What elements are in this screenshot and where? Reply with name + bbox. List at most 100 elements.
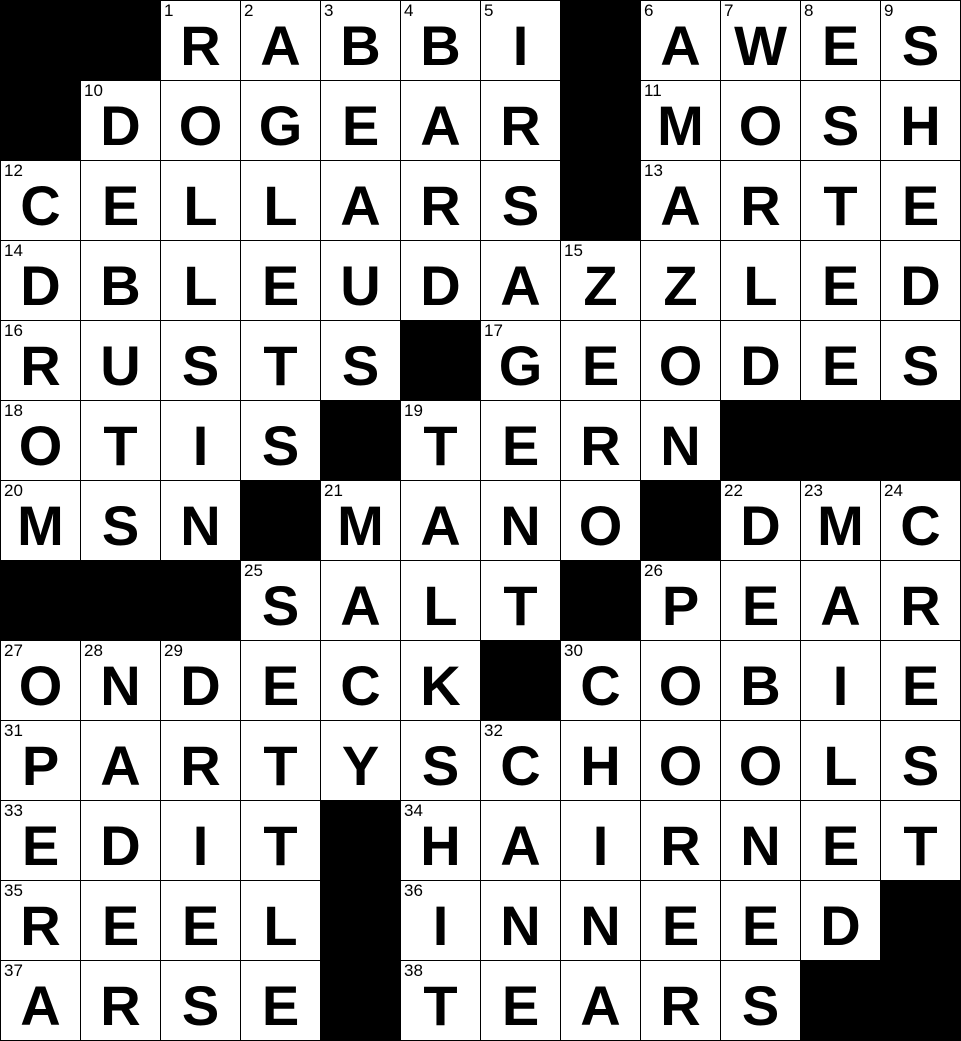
grid-cell[interactable]: E — [480, 960, 561, 1041]
grid-cell[interactable]: S — [400, 720, 481, 801]
grid-cell[interactable]: B — [80, 240, 161, 321]
grid-cell[interactable]: S — [160, 960, 241, 1041]
grid-cell[interactable]: O — [640, 320, 721, 401]
grid-cell[interactable]: 3B — [320, 0, 401, 81]
grid-cell[interactable]: 37 A — [0, 960, 81, 1041]
grid-cell[interactable]: 33 E — [0, 800, 81, 881]
grid-cell[interactable]: O — [560, 480, 641, 561]
grid-cell[interactable]: 26 P — [640, 560, 721, 641]
grid-cell[interactable]: L — [160, 240, 241, 321]
grid-cell[interactable]: S — [80, 480, 161, 561]
grid-cell[interactable]: E — [80, 880, 161, 961]
grid-cell[interactable]: R — [560, 400, 641, 481]
grid-cell[interactable]: 9S — [880, 0, 961, 81]
grid-cell[interactable]: 20 M — [0, 480, 81, 561]
grid-cell[interactable]: E — [320, 80, 401, 161]
grid-cell[interactable]: B — [720, 640, 801, 721]
grid-cell[interactable]: R — [640, 960, 721, 1041]
grid-cell[interactable]: N — [160, 480, 241, 561]
grid-cell[interactable]: 15 Z — [560, 240, 641, 321]
grid-cell[interactable]: A — [320, 160, 401, 241]
grid-cell[interactable]: 36 I — [400, 880, 481, 961]
grid-cell[interactable]: L — [720, 240, 801, 321]
grid-cell[interactable]: S — [720, 960, 801, 1041]
grid-cell[interactable]: I — [800, 640, 881, 721]
grid-cell[interactable]: H — [560, 720, 641, 801]
grid-cell[interactable]: O — [160, 80, 241, 161]
grid-cell[interactable]: 27 O — [0, 640, 81, 721]
grid-cell[interactable]: N — [720, 800, 801, 881]
grid-cell[interactable]: 34 H — [400, 800, 481, 881]
grid-cell[interactable]: A — [480, 240, 561, 321]
grid-cell[interactable]: R — [400, 160, 481, 241]
grid-cell[interactable]: 25 S — [240, 560, 321, 641]
grid-cell[interactable]: 14 D — [0, 240, 81, 321]
grid-cell[interactable]: G — [240, 80, 321, 161]
grid-cell[interactable]: I — [160, 800, 241, 881]
grid-cell[interactable]: U — [80, 320, 161, 401]
grid-cell[interactable]: R — [80, 960, 161, 1041]
grid-cell[interactable]: S — [800, 80, 881, 161]
grid-cell[interactable]: E — [80, 160, 161, 241]
grid-cell[interactable]: L — [240, 880, 321, 961]
grid-cell[interactable]: 18 O — [0, 400, 81, 481]
grid-cell[interactable]: S — [160, 320, 241, 401]
grid-cell[interactable]: T — [240, 720, 321, 801]
grid-cell[interactable]: E — [880, 160, 961, 241]
grid-cell[interactable]: E — [240, 960, 321, 1041]
grid-cell[interactable]: 30 C — [560, 640, 641, 721]
grid-cell[interactable]: S — [480, 160, 561, 241]
grid-cell[interactable]: 35 R — [0, 880, 81, 961]
grid-cell[interactable]: L — [400, 560, 481, 641]
grid-cell[interactable]: C — [320, 640, 401, 721]
grid-cell[interactable]: D — [80, 800, 161, 881]
grid-cell[interactable]: 28 N — [80, 640, 161, 721]
grid-cell[interactable]: 32 C — [480, 720, 561, 801]
grid-cell[interactable]: A — [560, 960, 641, 1041]
grid-cell[interactable]: O — [640, 720, 721, 801]
grid-cell[interactable]: A — [320, 560, 401, 641]
grid-cell[interactable]: A — [400, 80, 481, 161]
grid-cell[interactable]: E — [720, 560, 801, 641]
grid-cell[interactable]: D — [400, 240, 481, 321]
grid-cell[interactable]: T — [480, 560, 561, 641]
grid-cell[interactable]: D — [720, 320, 801, 401]
grid-cell[interactable]: L — [160, 160, 241, 241]
grid-cell[interactable]: 4B — [400, 0, 481, 81]
grid-cell[interactable]: E — [800, 320, 881, 401]
grid-cell[interactable]: I — [560, 800, 641, 881]
grid-cell[interactable]: E — [640, 880, 721, 961]
grid-cell[interactable]: R — [480, 80, 561, 161]
grid-cell[interactable]: 38 T — [400, 960, 481, 1041]
grid-cell[interactable]: H — [880, 80, 961, 161]
grid-cell[interactable]: T — [880, 800, 961, 881]
grid-cell[interactable]: 21 M — [320, 480, 401, 561]
grid-cell[interactable]: O — [720, 80, 801, 161]
grid-cell[interactable]: A — [480, 800, 561, 881]
grid-cell[interactable]: T — [800, 160, 881, 241]
grid-cell[interactable]: 10 D — [80, 80, 161, 161]
grid-cell[interactable]: L — [240, 160, 321, 241]
grid-cell[interactable]: O — [720, 720, 801, 801]
grid-cell[interactable]: E — [800, 240, 881, 321]
grid-cell[interactable]: E — [480, 400, 561, 481]
grid-cell[interactable]: 6A — [640, 0, 721, 81]
grid-cell[interactable]: 12 C — [0, 160, 81, 241]
grid-cell[interactable]: E — [880, 640, 961, 721]
grid-cell[interactable]: 5I — [480, 0, 561, 81]
grid-cell[interactable]: Z — [640, 240, 721, 321]
grid-cell[interactable]: 11 M — [640, 80, 721, 161]
grid-cell[interactable]: 2A — [240, 0, 321, 81]
grid-cell[interactable]: E — [720, 880, 801, 961]
grid-cell[interactable]: E — [160, 880, 241, 961]
grid-cell[interactable]: R — [720, 160, 801, 241]
grid-cell[interactable]: 23 M — [800, 480, 881, 561]
grid-cell[interactable]: N — [480, 880, 561, 961]
grid-cell[interactable]: 19 T — [400, 400, 481, 481]
grid-cell[interactable]: 31 P — [0, 720, 81, 801]
grid-cell[interactable]: R — [880, 560, 961, 641]
grid-cell[interactable]: T — [240, 800, 321, 881]
grid-cell[interactable]: I — [160, 400, 241, 481]
grid-cell[interactable]: E — [240, 640, 321, 721]
grid-cell[interactable]: N — [480, 480, 561, 561]
